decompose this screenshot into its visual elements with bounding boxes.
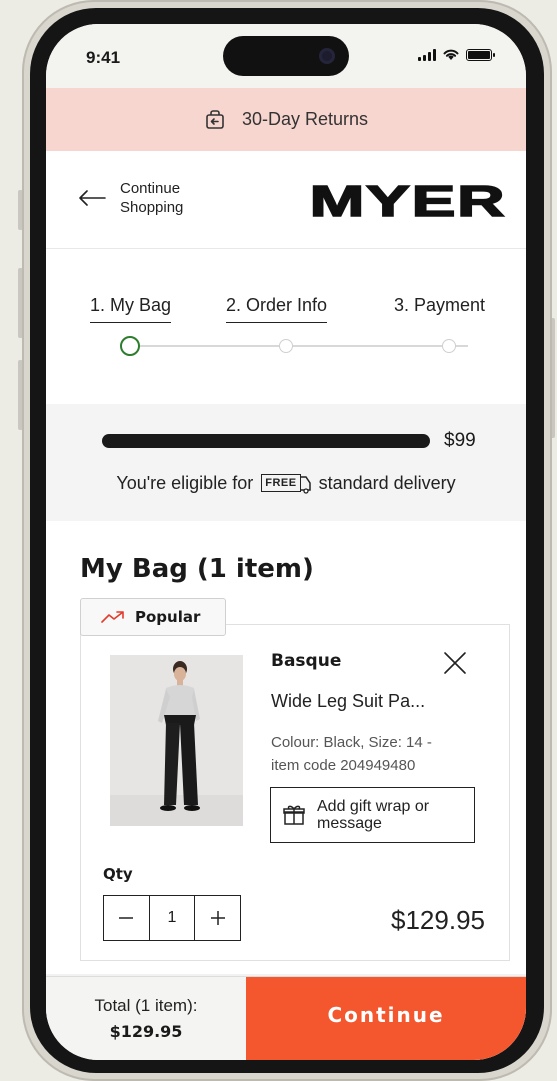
- camera-icon: [319, 48, 335, 64]
- steps-progress-line: [128, 345, 468, 347]
- product-brand[interactable]: Basque: [271, 651, 341, 671]
- step-payment[interactable]: 3. Payment: [394, 295, 485, 322]
- minus-icon: [119, 917, 134, 919]
- step-dot-pending: [442, 339, 456, 353]
- myer-logo[interactable]: MYER: [308, 176, 506, 227]
- battery-icon: [466, 48, 495, 61]
- returns-banner-text: 30-Day Returns: [241, 109, 369, 129]
- gift-wrap-line2: message: [317, 815, 382, 832]
- free-badge: FREE: [261, 474, 301, 492]
- gift-icon: [283, 805, 305, 825]
- bag-title: My Bag (1 item): [80, 554, 314, 584]
- decrease-qty-button[interactable]: [104, 896, 149, 940]
- gift-wrap-line1: Add gift wrap or: [317, 798, 430, 815]
- step-my-bag[interactable]: 1. My Bag: [90, 295, 172, 323]
- total-value: $129.95: [109, 1022, 183, 1041]
- step-order-info[interactable]: 2. Order Info: [226, 295, 328, 323]
- product-name[interactable]: Wide Leg Suit Pa...: [271, 691, 425, 712]
- checkout-steps: 1. My Bag 2. Order Info 3. Payment: [46, 249, 526, 404]
- item-price: $129.95: [391, 905, 485, 935]
- header: Continue Shopping MYER: [46, 151, 526, 249]
- screen: 9:41 30-Day Returns Continue Shopping MY…: [46, 24, 526, 1060]
- continue-button[interactable]: Continue: [246, 977, 526, 1060]
- total-label: Total (1 item):: [94, 996, 198, 1015]
- qty-label: Qty: [103, 865, 133, 883]
- product-item-code: item code 204949480: [271, 757, 416, 774]
- continue-shopping-label: Continue Shopping: [120, 179, 183, 217]
- free-delivery-truck-icon: FREE: [261, 472, 311, 494]
- phone-frame: 9:41 30-Day Returns Continue Shopping MY…: [22, 0, 552, 1081]
- signal-icon: [418, 48, 436, 61]
- remove-item-close-icon[interactable]: [443, 651, 467, 675]
- product-image[interactable]: [110, 655, 243, 826]
- order-total: Total (1 item): $129.95: [46, 977, 246, 1060]
- increase-qty-button[interactable]: [195, 896, 240, 940]
- phone-bezel: 9:41 30-Day Returns Continue Shopping MY…: [30, 8, 544, 1073]
- step-dot-active: [120, 336, 140, 356]
- delivery-progress-bar: [102, 434, 430, 448]
- step-dot-pending: [279, 339, 293, 353]
- product-colour-size: Colour: Black, Size: 14 -: [271, 734, 432, 751]
- continue-shopping-link[interactable]: Continue Shopping: [78, 179, 183, 217]
- popular-label: Popular: [135, 608, 201, 626]
- eligibility-suffix: standard delivery: [318, 472, 456, 493]
- status-time: 9:41: [86, 48, 121, 67]
- quantity-stepper: 1: [103, 895, 241, 941]
- product-model-illustration: [110, 655, 243, 826]
- checkout-footer: Total (1 item): $129.95 Continue: [46, 976, 526, 1060]
- continue-shopping-line1: Continue: [120, 180, 181, 197]
- return-bag-icon: [206, 109, 224, 129]
- trending-up-icon: [101, 611, 124, 623]
- continue-shopping-line2: Shopping: [120, 199, 184, 216]
- bag-item-card: Basque Wide Leg Suit Pa... Colour: Black…: [80, 624, 510, 961]
- status-bar: 9:41: [46, 24, 526, 88]
- eligibility-prefix: You're eligible for: [116, 472, 254, 493]
- plus-icon: [210, 911, 225, 925]
- dynamic-island: [223, 36, 349, 76]
- gift-wrap-label: Add gift wrap or message: [317, 798, 429, 832]
- product-meta: Colour: Black, Size: 14 - item code 2049…: [271, 731, 471, 777]
- free-delivery-panel: $99 You're eligible for FREE standard de…: [46, 404, 526, 521]
- truck-cab-icon: [300, 476, 311, 494]
- returns-banner[interactable]: 30-Day Returns: [46, 88, 526, 151]
- wifi-icon: [443, 49, 459, 60]
- delivery-eligibility: You're eligible for FREE standard delive…: [46, 472, 526, 494]
- arrow-left-icon: [79, 190, 106, 206]
- delivery-threshold: $99: [444, 430, 476, 451]
- popular-badge: Popular: [80, 598, 226, 636]
- quantity-value[interactable]: 1: [148, 896, 196, 940]
- status-icons: [418, 48, 495, 61]
- add-gift-wrap-button[interactable]: Add gift wrap or message: [270, 787, 475, 843]
